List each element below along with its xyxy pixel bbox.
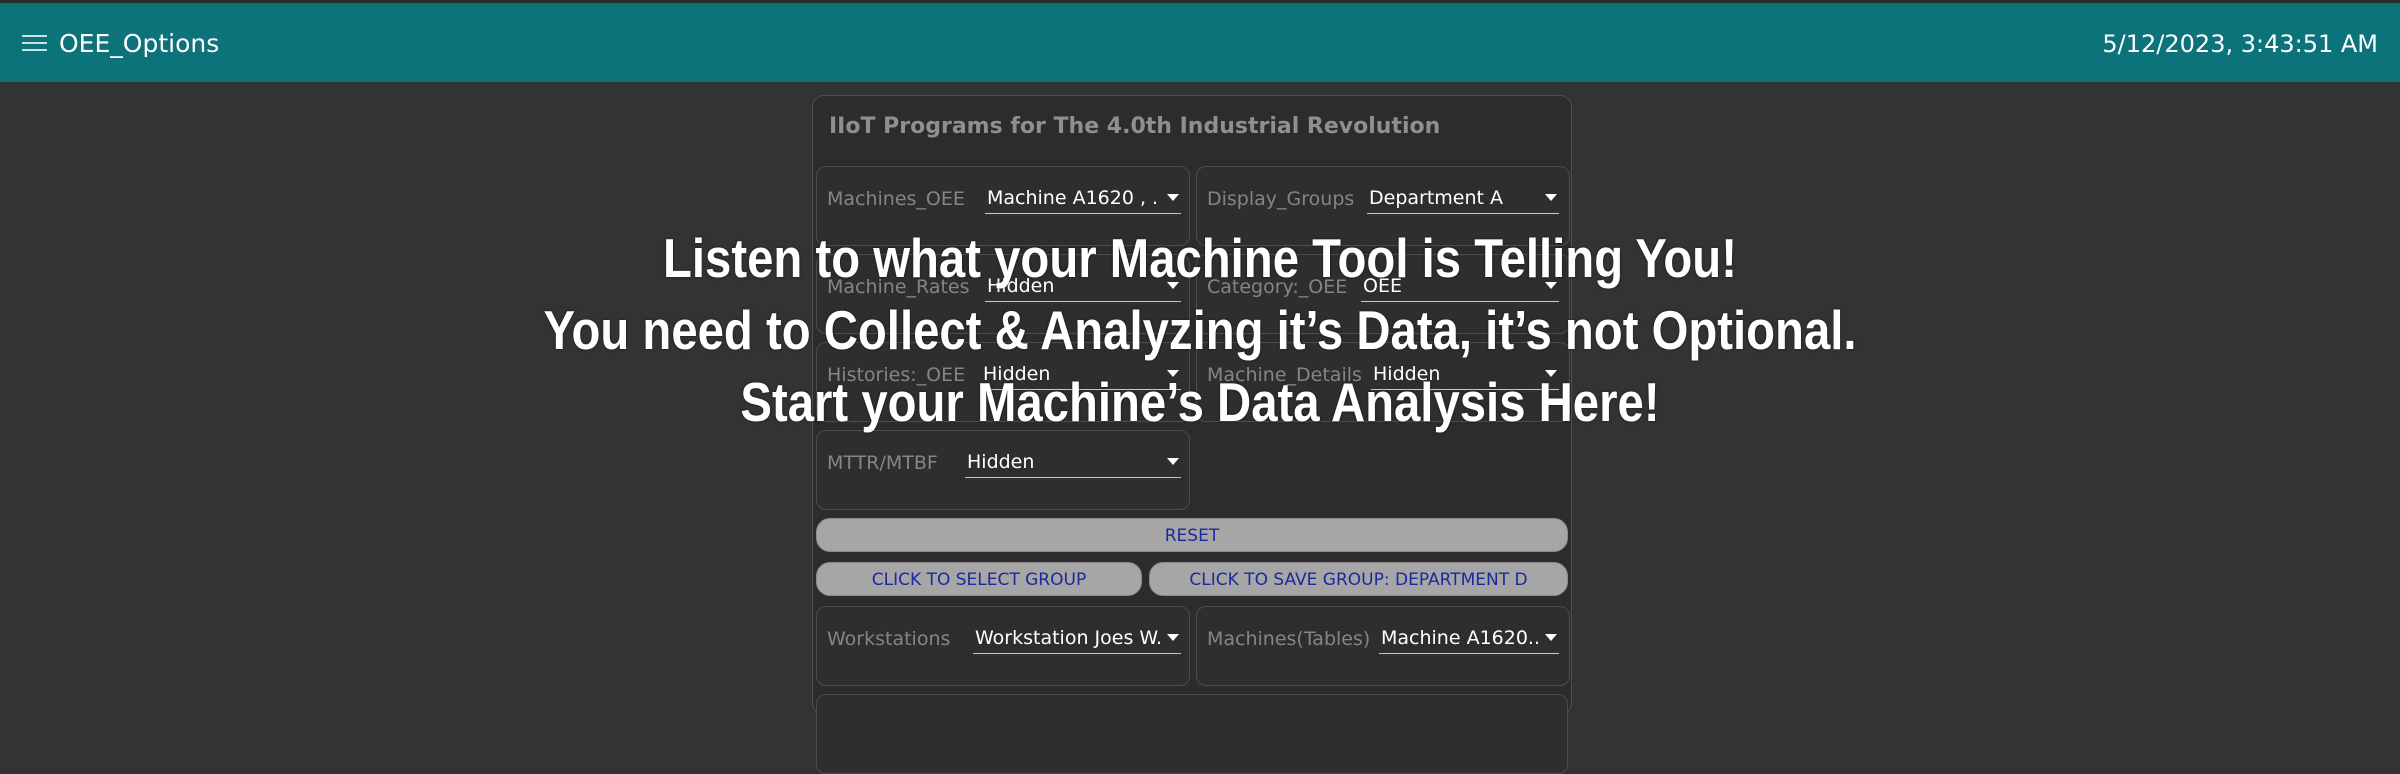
workstations-select[interactable]: Workstation Joes W... [973,623,1181,654]
chevron-down-icon [1167,194,1179,201]
select-value: OEE [1363,275,1402,297]
machine-details-field: Machine_Details Hidden [1196,342,1570,422]
machines-oee-field: Machines_OEE Machine A1620 , ... [816,166,1190,246]
hamburger-menu-icon[interactable] [22,35,47,51]
field-label: Machines_OEE [827,188,965,210]
select-value: Hidden [1373,363,1441,385]
chevron-down-icon [1545,370,1557,377]
histories-oee-field: Histories:_OEE Hidden [816,342,1190,422]
select-value: Machine A1620 , ... [987,187,1157,209]
select-value: Hidden [967,451,1035,473]
chevron-down-icon [1545,282,1557,289]
chevron-down-icon [1545,194,1557,201]
field-label: Machine_Rates [827,276,970,298]
machine-rates-field: Machine_Rates Hidden [816,254,1190,334]
select-value: Machine A1620... [1381,627,1539,649]
machines-tables-field: Machines(Tables) Machine A1620... [1196,606,1570,686]
chevron-down-icon [1167,370,1179,377]
next-field-row [816,694,1568,774]
category-oee-field: Category:_OEE OEE [1196,254,1570,334]
app-title: OEE_Options [59,29,220,58]
category-oee-select[interactable]: OEE [1361,271,1559,302]
select-value: Hidden [983,363,1051,385]
mttr-mtbf-field: MTTR/MTBF Hidden [816,430,1190,510]
select-group-button[interactable]: CLICK TO SELECT GROUP [816,562,1142,596]
display-groups-select[interactable]: Department A [1367,183,1559,214]
field-label: MTTR/MTBF [827,452,938,474]
datetime-display: 5/12/2023, 3:43:51 AM [2102,30,2378,58]
field-label: Machines(Tables) [1207,628,1371,650]
machines-oee-select[interactable]: Machine A1620 , ... [985,183,1181,214]
field-label: Category:_OEE [1207,276,1348,298]
machine-details-select[interactable]: Hidden [1371,359,1559,390]
chevron-down-icon [1167,458,1179,465]
select-value: Department A [1369,187,1504,209]
chevron-down-icon [1167,282,1179,289]
chevron-down-icon [1167,634,1179,641]
reset-button[interactable]: RESET [816,518,1568,552]
field-label: Machine_Details [1207,364,1362,386]
field-label: Histories:_OEE [827,364,966,386]
field-label: Workstations [827,628,951,650]
display-groups-field: Display_Groups Department A [1196,166,1570,246]
workstations-field: Workstations Workstation Joes W... [816,606,1190,686]
field-label: Display_Groups [1207,188,1355,210]
mttr-mtbf-select[interactable]: Hidden [965,447,1181,478]
panel-title: IIoT Programs for The 4.0th Industrial R… [829,114,1441,139]
app-header: OEE_Options 5/12/2023, 3:43:51 AM [0,0,2400,82]
chevron-down-icon [1545,634,1557,641]
select-value: Workstation Joes W... [975,627,1161,649]
histories-oee-select[interactable]: Hidden [981,359,1181,390]
save-group-button[interactable]: CLICK TO SAVE GROUP: DEPARTMENT D [1149,562,1568,596]
machines-tables-select[interactable]: Machine A1620... [1379,623,1559,654]
machine-rates-select[interactable]: Hidden [985,271,1181,302]
select-value: Hidden [987,275,1055,297]
options-panel: IIoT Programs for The 4.0th Industrial R… [812,95,1572,774]
